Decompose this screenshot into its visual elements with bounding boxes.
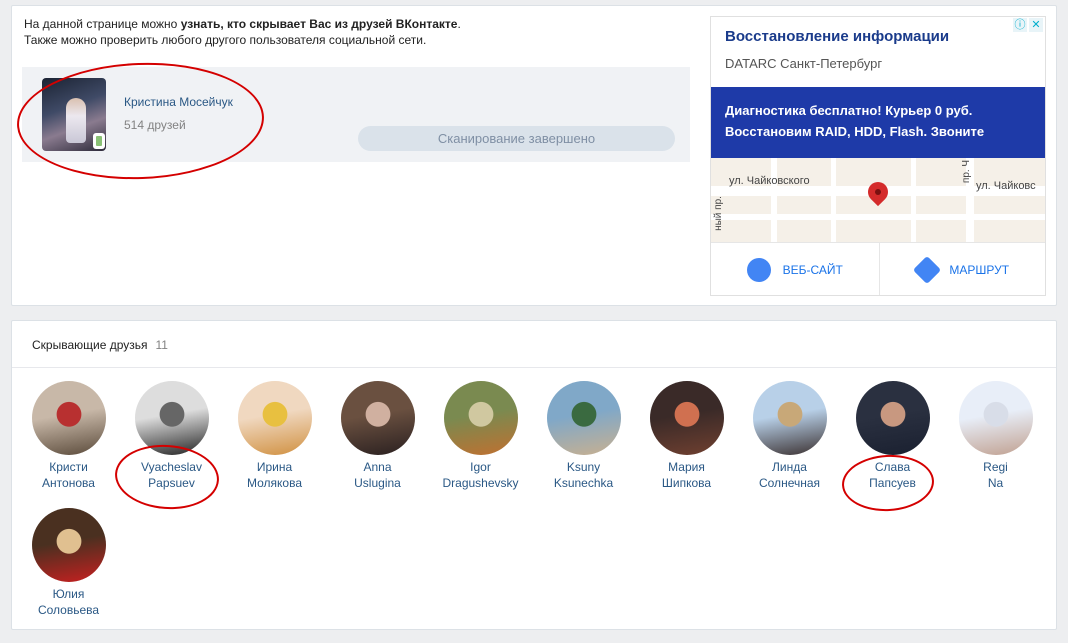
map-street-vertical-left: ный пр. (712, 196, 724, 231)
ad-banner-line2: Восстановим RAID, HDD, Flash. Звоните (725, 124, 985, 139)
friend-first-name: Мария (668, 460, 705, 474)
friend-avatar[interactable] (752, 381, 827, 455)
friend-last-name: Шипкова (661, 476, 712, 490)
friend-name-link[interactable]: Ksuny Ksunechka (532, 459, 635, 491)
friend-item[interactable]: Regi Na (944, 381, 1047, 491)
ad-route-label: МАРШРУТ (949, 263, 1010, 277)
globe-icon (746, 258, 771, 282)
friend-last-name: Молякова (246, 476, 302, 490)
checked-profile: Кристина Мосейчук 514 друзей Сканировани… (22, 67, 690, 162)
friend-item[interactable]: Слава Папсуев (841, 381, 944, 491)
ad-close-icon[interactable]: ✕ (1029, 18, 1043, 32)
friend-avatar[interactable] (649, 381, 724, 455)
friend-first-name: Vyacheslav (141, 460, 202, 474)
ad-title[interactable]: Восстановление информации (725, 28, 949, 45)
friend-name-link[interactable]: Vyacheslav Papsuev (120, 459, 223, 491)
friend-item[interactable]: Юлия Соловьева (17, 508, 120, 618)
friend-name-link[interactable]: Regi Na (944, 459, 1047, 491)
ad-banner-line1: Диагностика бесплатно! Курьер 0 руб. (725, 103, 973, 118)
ad-route-button[interactable]: МАРШРУТ (878, 243, 1046, 295)
friend-item[interactable]: Vyacheslav Papsuev (120, 381, 223, 491)
friend-avatar[interactable] (31, 381, 106, 455)
scan-status-button[interactable]: Сканирование завершено (358, 126, 675, 151)
hiding-friends-title: Скрывающие друзья (32, 338, 148, 352)
friend-last-name: Соловьева (37, 603, 100, 617)
friend-name-link[interactable]: Ирина Молякова (223, 459, 326, 491)
directions-icon (913, 255, 942, 285)
ad-website-label: ВЕБ-САЙТ (782, 263, 843, 277)
friend-item[interactable]: Мария Шипкова (635, 381, 738, 491)
map-street-left: ул. Чайковского (729, 175, 810, 187)
map-street-right: ул. Чайковс (976, 180, 1036, 192)
map-pin-icon (863, 177, 893, 207)
friend-item[interactable]: Ksuny Ksunechka (532, 381, 635, 491)
friend-name-link[interactable]: Igor Dragushevsky (429, 459, 532, 491)
friend-item[interactable]: Кристи Антонова (17, 381, 120, 491)
friend-last-name: Na (987, 476, 1004, 490)
intro-line1-bold: узнать, кто скрывает Вас из друзей ВКонт… (180, 17, 458, 31)
hiding-friends-header: Скрывающие друзья 11 (32, 338, 168, 352)
checker-card: На данной странице можно узнать, кто скр… (11, 5, 1057, 306)
friend-avatar[interactable] (855, 381, 930, 455)
friend-first-name: Кристи (49, 460, 88, 474)
ad-map[interactable]: ул. Чайковского ул. Чайковс ный пр. пр. … (711, 158, 1045, 242)
friend-last-name: Papsuev (148, 476, 195, 490)
friend-avatar[interactable] (443, 381, 518, 455)
ad-subtitle: DATARC Санкт-Петербург (725, 56, 883, 71)
ad-block[interactable]: Восстановление информации DATARC Санкт-П… (710, 16, 1046, 296)
friend-item[interactable]: Ирина Молякова (223, 381, 326, 491)
intro-text: На данной странице можно узнать, кто скр… (24, 16, 461, 48)
profile-name-link[interactable]: Кристина Мосейчук (124, 95, 233, 109)
friend-avatar[interactable] (134, 381, 209, 455)
friend-avatar[interactable] (237, 381, 312, 455)
map-street-vertical-right: пр. Ч (961, 159, 973, 184)
friend-name-link[interactable]: Слава Папсуев (841, 459, 944, 491)
friend-first-name: Ksuny (566, 460, 601, 474)
friend-last-name: Uslugina (354, 476, 401, 490)
intro-line2: Также можно проверить любого другого пол… (24, 33, 427, 47)
friend-first-name: Юлия (52, 587, 85, 601)
friend-item[interactable]: Igor Dragushevsky (429, 381, 532, 491)
friend-item[interactable]: Линда Солнечная (738, 381, 841, 491)
friend-first-name: Regi (983, 460, 1008, 474)
friend-last-name: Солнечная (758, 476, 821, 490)
friend-name-link[interactable]: Юлия Соловьева (17, 586, 120, 618)
hiding-friends-count: 11 (155, 338, 168, 352)
friend-first-name: Линда (772, 460, 807, 474)
divider (12, 367, 1056, 368)
friend-last-name: Папсуев (869, 476, 916, 490)
friend-last-name: Антонова (42, 476, 95, 490)
friend-name-link[interactable]: Линда Солнечная (738, 459, 841, 491)
ad-banner[interactable]: Диагностика бесплатно! Курьер 0 руб. Вос… (711, 87, 1045, 158)
intro-line1-end: . (457, 17, 461, 31)
friend-first-name: Ирина (256, 460, 293, 474)
ad-website-button[interactable]: ВЕБ-САЙТ (711, 243, 879, 295)
friend-avatar[interactable] (31, 508, 106, 582)
friend-first-name: Anna (363, 460, 392, 474)
friend-last-name: Ksunechka (553, 476, 614, 490)
friend-first-name: Слава (874, 460, 911, 474)
friend-avatar[interactable] (546, 381, 621, 455)
friend-name-link[interactable]: Мария Шипкова (635, 459, 738, 491)
friend-avatar[interactable] (340, 381, 415, 455)
friend-name-link[interactable]: Кристи Антонова (17, 459, 120, 491)
profile-friends-count: 514 друзей (124, 118, 186, 132)
friend-avatar[interactable] (958, 381, 1033, 455)
mobile-online-icon (93, 133, 105, 149)
friend-last-name: Dragushevsky (442, 476, 519, 490)
friend-first-name: Igor (470, 460, 491, 474)
hiding-friends-card: Скрывающие друзья 11 Кристи Антонова Vyache… (11, 320, 1057, 630)
ad-info-icon[interactable]: ⓘ (1013, 18, 1027, 32)
intro-line1: На данной странице можно (24, 17, 181, 31)
friend-item[interactable]: Anna Uslugina (326, 381, 429, 491)
friend-name-link[interactable]: Anna Uslugina (326, 459, 429, 491)
